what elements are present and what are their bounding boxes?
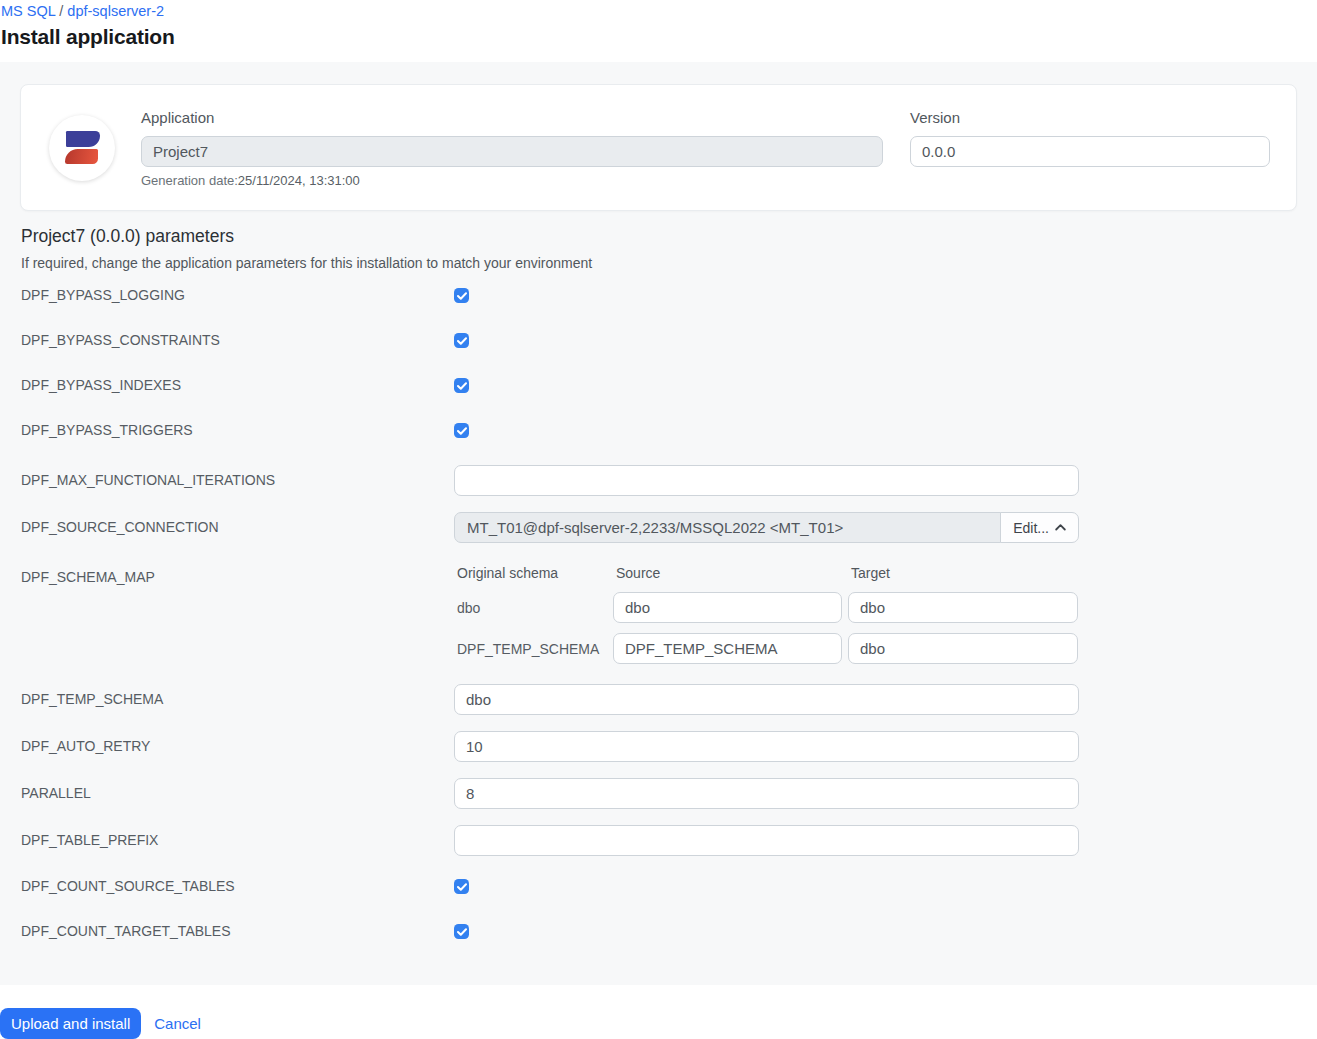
param-row-dpf-table-prefix: DPF_TABLE_PREFIX <box>20 825 1297 856</box>
breadcrumb-link-ms-sql[interactable]: MS SQL <box>1 3 55 19</box>
param-row-dpf-bypass-indexes: DPF_BYPASS_INDEXES <box>20 371 1297 400</box>
version-column: Version <box>910 85 1270 167</box>
breadcrumb: MS SQL / dpf-sqlserver-2 <box>1 2 1297 20</box>
dpf-count-target-tables-checkbox[interactable] <box>454 924 469 939</box>
param-row-dpf-max-functional-iterations: DPF_MAX_FUNCTIONAL_ITERATIONS <box>20 465 1297 496</box>
application-label: Application <box>141 109 883 126</box>
main-content: Application Generation date:25/11/2024, … <box>0 62 1317 985</box>
cancel-link[interactable]: Cancel <box>154 1008 201 1039</box>
application-column: Application Generation date:25/11/2024, … <box>141 85 883 188</box>
dpf-bypass-logging-checkbox[interactable] <box>454 288 469 303</box>
install-application-page: MS SQL / dpf-sqlserver-2 Install applica… <box>0 0 1317 1039</box>
edit-connection-button[interactable]: Edit... <box>1000 512 1079 543</box>
application-input[interactable] <box>141 136 883 167</box>
schema-map-header-original: Original schema <box>454 565 607 581</box>
param-row-dpf-bypass-triggers: DPF_BYPASS_TRIGGERS <box>20 416 1297 445</box>
version-input[interactable] <box>910 136 1270 167</box>
param-row-dpf-bypass-logging: DPF_BYPASS_LOGGING <box>20 281 1297 310</box>
schema-map-row-original: DPF_TEMP_SCHEMA <box>454 633 607 664</box>
upload-and-install-button[interactable]: Upload and install <box>0 1008 141 1039</box>
parallel-input[interactable] <box>454 778 1079 809</box>
dpf-bypass-indexes-checkbox[interactable] <box>454 378 469 393</box>
param-row-dpf-schema-map: DPF_SCHEMA_MAP Original schema Source Ta… <box>20 559 1297 668</box>
param-row-dpf-bypass-constraints: DPF_BYPASS_CONSTRAINTS <box>20 326 1297 355</box>
schema-map-header-source: Source <box>613 565 842 581</box>
dpf-auto-retry-input[interactable] <box>454 731 1079 762</box>
param-row-dpf-count-target-tables: DPF_COUNT_TARGET_TABLES <box>20 917 1297 946</box>
application-card: Application Generation date:25/11/2024, … <box>20 84 1297 211</box>
param-row-dpf-temp-schema: DPF_TEMP_SCHEMA <box>20 684 1297 715</box>
parameters-section-subtitle: If required, change the application para… <box>21 255 1297 271</box>
param-row-dpf-source-connection: DPF_SOURCE_CONNECTION Edit... <box>20 512 1297 543</box>
schema-map-row2-source-input[interactable] <box>613 633 842 664</box>
dpf-count-source-tables-checkbox[interactable] <box>454 879 469 894</box>
breadcrumb-link-server[interactable]: dpf-sqlserver-2 <box>67 3 164 19</box>
schema-map-table: Original schema Source Target dbo DPF_TE… <box>454 559 1079 668</box>
application-logo-icon <box>49 115 115 181</box>
page-header: MS SQL / dpf-sqlserver-2 Install applica… <box>0 0 1317 62</box>
schema-map-row-original: dbo <box>454 592 607 623</box>
parameters-section-title: Project7 (0.0.0) parameters <box>21 226 1297 247</box>
schema-map-row1-source-input[interactable] <box>613 592 842 623</box>
schema-map-header-target: Target <box>848 565 1078 581</box>
dpf-source-connection-input[interactable] <box>454 512 1001 543</box>
page-title: Install application <box>1 23 1297 51</box>
chevron-up-icon <box>1055 524 1066 531</box>
version-label: Version <box>910 109 1270 126</box>
generation-date: Generation date:25/11/2024, 13:31:00 <box>141 173 883 188</box>
dpf-bypass-triggers-checkbox[interactable] <box>454 423 469 438</box>
dpf-max-functional-iterations-input[interactable] <box>454 465 1079 496</box>
param-row-dpf-auto-retry: DPF_AUTO_RETRY <box>20 731 1297 762</box>
schema-map-row2-target-input[interactable] <box>848 633 1078 664</box>
dpf-temp-schema-input[interactable] <box>454 684 1079 715</box>
source-connection-group: Edit... <box>454 512 1079 543</box>
schema-map-row1-target-input[interactable] <box>848 592 1078 623</box>
param-row-dpf-count-source-tables: DPF_COUNT_SOURCE_TABLES <box>20 872 1297 901</box>
page-footer: Upload and install Cancel <box>0 985 1317 1039</box>
dpf-table-prefix-input[interactable] <box>454 825 1079 856</box>
dpf-bypass-constraints-checkbox[interactable] <box>454 333 469 348</box>
param-row-parallel: PARALLEL <box>20 778 1297 809</box>
breadcrumb-separator: / <box>59 3 63 19</box>
